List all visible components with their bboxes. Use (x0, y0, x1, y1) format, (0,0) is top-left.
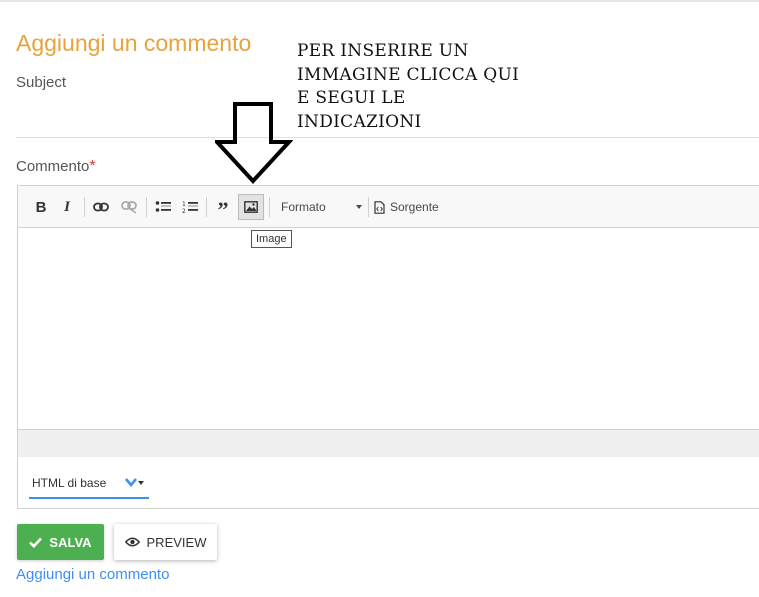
italic-button[interactable]: I (56, 195, 78, 219)
comment-label-text: Commento (16, 158, 90, 175)
toolbar-separator (368, 197, 369, 217)
format-dropdown[interactable]: Formato (276, 195, 366, 219)
image-icon (244, 201, 258, 213)
numbered-list-icon: 1 2 (182, 201, 198, 214)
image-button[interactable] (238, 194, 264, 220)
unlink-button[interactable] (118, 195, 140, 219)
preview-button[interactable]: PREVIEW (114, 524, 217, 560)
save-button-label: SALVA (49, 534, 92, 550)
bulleted-list-button[interactable] (152, 195, 174, 219)
source-icon (374, 200, 385, 214)
comment-label: Commento* (16, 158, 96, 176)
editor-content-area[interactable] (18, 228, 759, 428)
top-divider (0, 0, 759, 2)
format-dropdown-label: Formato (281, 200, 326, 214)
toolbar-separator (206, 197, 207, 217)
text-format-select[interactable]: HTML di base (29, 473, 149, 499)
annotation-text: Per inserire un immagine clicca qui e se… (297, 41, 520, 132)
link-icon (93, 202, 109, 212)
editor-toolbar: B I 1 2 ” Formato Sorgente (18, 186, 759, 228)
svg-text:1: 1 (182, 201, 186, 208)
svg-text:2: 2 (182, 208, 186, 214)
eye-icon (124, 537, 140, 547)
link-button[interactable] (90, 195, 112, 219)
subject-field-underline[interactable] (16, 137, 759, 138)
save-button[interactable]: SALVA (17, 524, 104, 560)
source-button[interactable]: Sorgente (374, 195, 454, 219)
arrow-down-icon (215, 102, 293, 184)
page-title: Aggiungi un commento (16, 30, 252, 56)
editor-resize-bar[interactable] (18, 429, 759, 457)
toolbar-separator (84, 197, 85, 217)
numbered-list-button[interactable]: 1 2 (179, 195, 201, 219)
subject-label: Subject (16, 74, 67, 91)
bold-button[interactable]: B (30, 195, 52, 219)
preview-button-label: PREVIEW (146, 534, 207, 550)
rich-text-editor: B I 1 2 ” Formato Sorgente (17, 185, 759, 457)
image-tooltip: Image (251, 230, 292, 248)
bulleted-list-icon (155, 201, 171, 212)
add-comment-link[interactable]: Aggiungi un commento (16, 566, 169, 583)
text-format-value: HTML di base (32, 476, 107, 490)
toolbar-separator (146, 197, 147, 217)
chevron-down-icon (125, 478, 144, 488)
blockquote-button[interactable]: ” (212, 195, 234, 222)
toolbar-separator (269, 197, 270, 217)
source-button-label: Sorgente (390, 200, 439, 214)
unlink-icon (121, 201, 137, 214)
check-icon (29, 537, 43, 548)
required-mark: * (89, 158, 96, 175)
chevron-down-icon (356, 205, 362, 209)
text-format-wrapper: HTML di base (17, 457, 759, 509)
